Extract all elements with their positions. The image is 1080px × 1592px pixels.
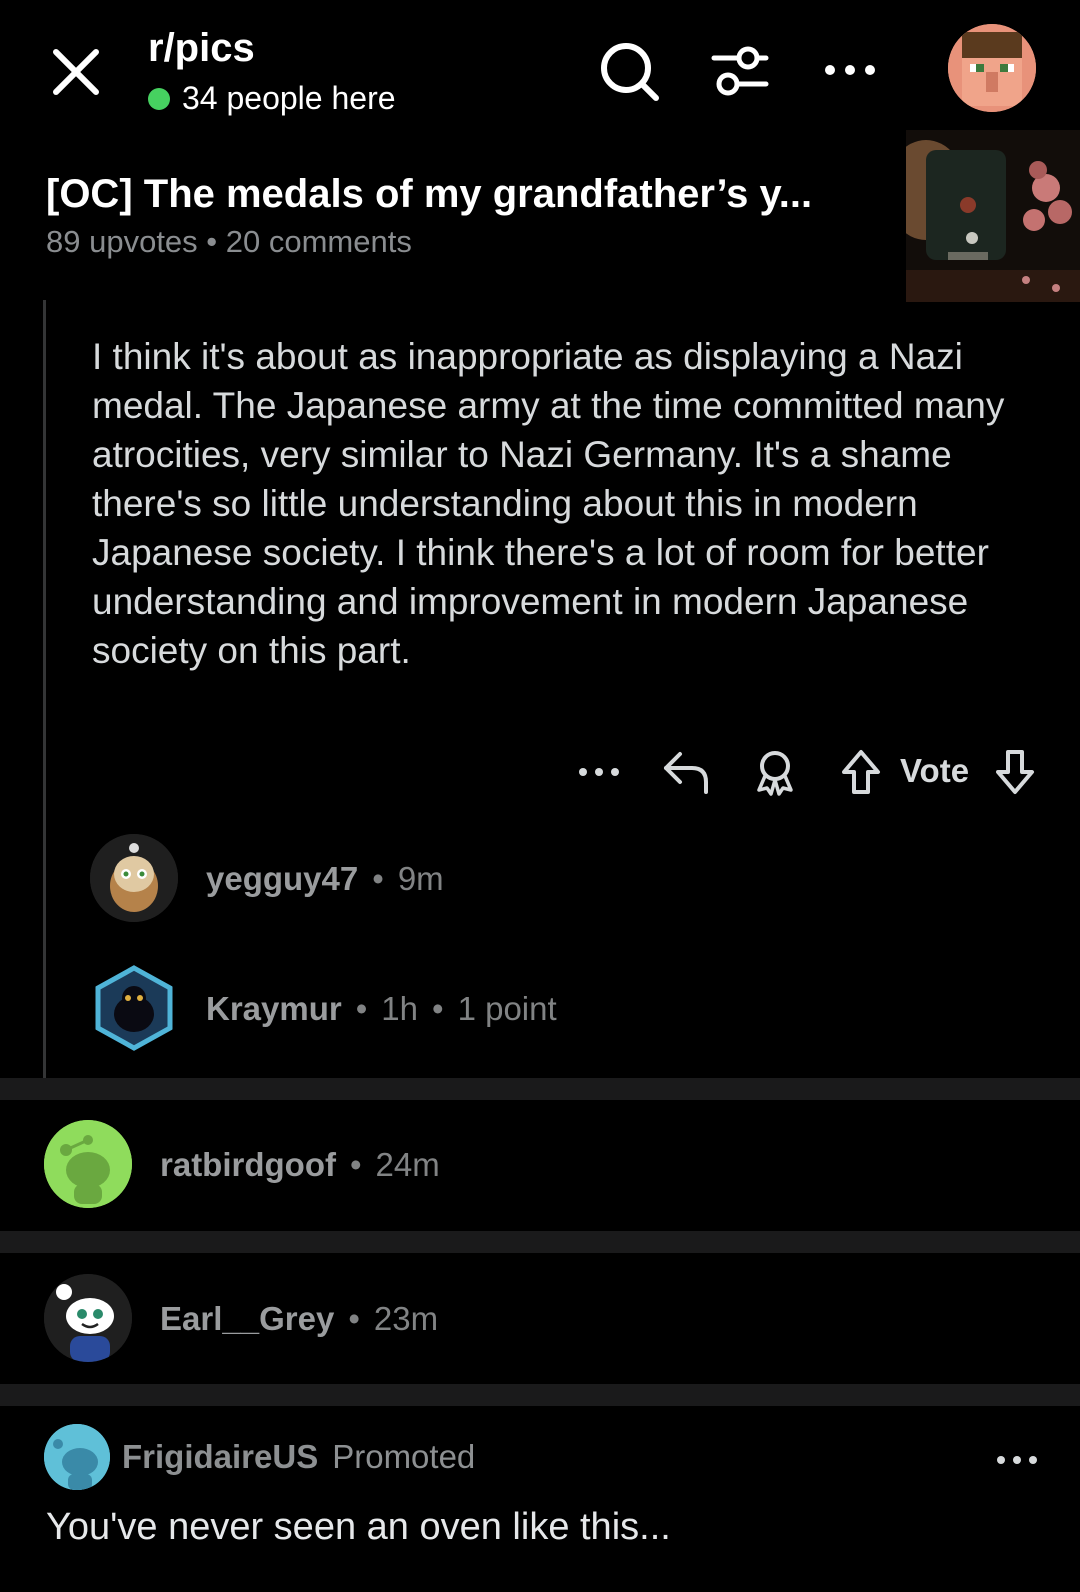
collapsed-comment[interactable]: ratbirdgoof • 24m [160,1146,440,1184]
reply-icon [664,752,708,794]
more-icon [825,65,875,75]
close-button[interactable] [48,44,104,100]
avatar[interactable] [44,1120,132,1208]
more-options-button[interactable] [820,40,880,100]
post-thumbnail[interactable] [906,130,1080,302]
promoted-header: FrigidaireUS Promoted [122,1438,475,1476]
collapsed-comment[interactable]: Earl__Grey • 23m [160,1300,438,1338]
award-icon [757,751,793,796]
upvote-count: 89 upvotes [46,224,198,259]
vote-label: Vote [900,752,970,789]
upvote-icon [842,750,880,794]
comment-count: 20 comments [225,224,412,259]
post-title[interactable]: [OC] The medals of my grandfather’s y... [46,172,812,217]
section-divider [0,1231,1080,1253]
comment-author[interactable]: Earl__Grey [160,1300,334,1338]
comment-text: I think it's about as inappropriate as d… [92,336,1005,671]
more-icon [997,1456,1037,1464]
search-button[interactable] [598,40,662,104]
comment-time: 24m [375,1146,440,1183]
downvote-button[interactable] [992,744,1038,800]
collapsed-comment[interactable]: Kraymur • 1h • 1 point [206,990,557,1028]
subreddit-name[interactable]: r/pics [148,26,255,71]
user-avatar[interactable] [948,24,1036,112]
section-divider [0,1078,1080,1100]
advertiser-avatar[interactable] [44,1424,110,1490]
avatar[interactable] [44,1274,132,1362]
online-dot [148,87,170,110]
top-bar: r/pics 34 people here [0,0,1080,130]
award-button[interactable] [750,744,800,800]
comment-author[interactable]: Kraymur [206,990,342,1028]
promoted-badge: Promoted [332,1438,476,1475]
promoted-more-button[interactable] [992,1440,1042,1480]
reply-button[interactable] [662,744,712,800]
online-count: 34 people here [182,80,396,116]
comment-time: 1h [381,990,419,1027]
advertiser-name[interactable]: FrigidaireUS [122,1438,318,1476]
section-divider [0,1384,1080,1406]
separator-dot: • [432,990,444,1027]
separator-dot: • [348,1300,360,1337]
close-icon [53,49,99,95]
separator-dot: • [355,990,368,1027]
post-meta: 89 upvotes • 20 comments [46,224,412,260]
meta-separator: • [206,224,226,259]
collapsed-comment[interactable]: yegguy47 • 9m [206,860,444,898]
comment-points: 1 point [457,990,557,1027]
promoted-text[interactable]: You've never seen an oven like this... [46,1506,671,1549]
filter-icon [711,46,769,96]
comment-time: 9m [397,860,444,897]
avatar[interactable] [90,834,178,922]
search-icon [601,43,659,101]
online-indicator: 34 people here [148,80,396,117]
downvote-icon [996,750,1034,794]
thread-line[interactable] [43,300,46,1078]
more-icon [579,768,619,776]
avatar[interactable] [90,964,178,1052]
separator-dot: • [372,860,384,897]
separator-dot: • [349,1146,362,1183]
comment-time: 23m [373,1300,439,1337]
upvote-button[interactable] [838,744,884,800]
comment-author[interactable]: yegguy47 [206,860,358,898]
filter-button[interactable] [710,40,770,104]
comment-more-button[interactable] [574,744,624,800]
comment-author[interactable]: ratbirdgoof [160,1146,336,1184]
